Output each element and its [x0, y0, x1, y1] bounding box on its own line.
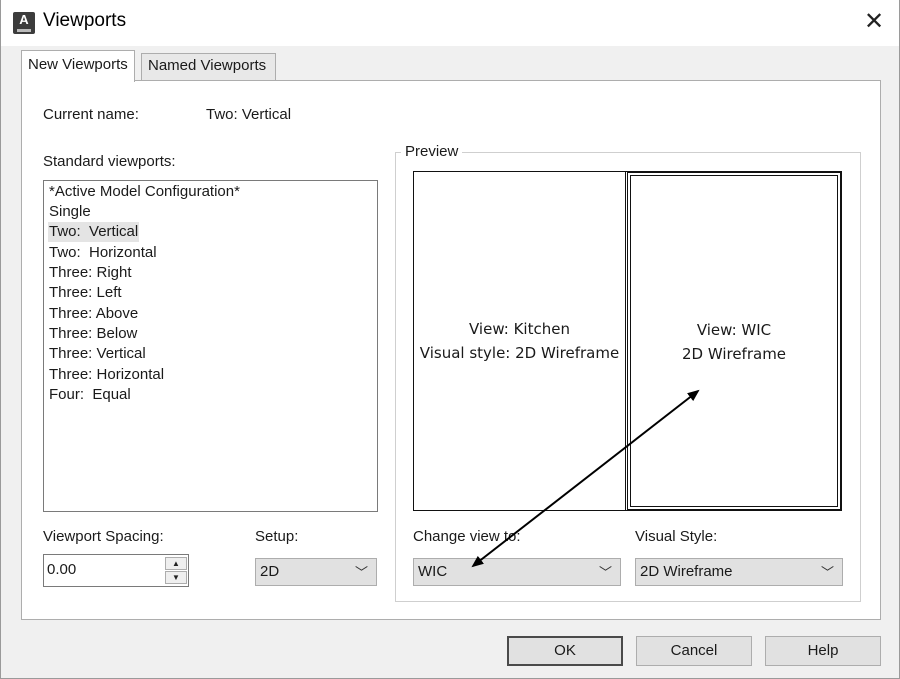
visual-style-label: Visual Style:	[635, 528, 718, 545]
preview-viewport-right-active[interactable]: View: WIC 2D Wireframe	[627, 172, 841, 510]
spin-up-icon[interactable]: ▲	[165, 557, 187, 570]
chevron-down-icon: ﹀	[820, 565, 834, 580]
change-view-dropdown[interactable]: WIC ﹀	[413, 558, 621, 586]
list-item-selected[interactable]: Two: Vertical	[48, 222, 140, 242]
visual-style-value: 2D Wireframe	[640, 563, 733, 580]
autocad-icon: A	[13, 12, 35, 34]
tab-named-viewports[interactable]: Named Viewports	[141, 53, 276, 80]
right-view-style: 2D Wireframe	[681, 345, 787, 363]
change-view-label: Change view to:	[413, 528, 521, 545]
cancel-button[interactable]: Cancel	[636, 636, 752, 666]
list-item[interactable]: Three: Above	[48, 304, 139, 324]
preview-area: View: Kitchen Visual style: 2D Wireframe…	[413, 171, 842, 511]
ok-button[interactable]: OK	[507, 636, 623, 666]
preview-viewport-left[interactable]: View: Kitchen Visual style: 2D Wireframe	[414, 172, 626, 510]
left-view-style: Visual style: 2D Wireframe	[419, 344, 620, 362]
setup-value: 2D	[260, 563, 280, 580]
window-title: Viewports	[43, 10, 127, 31]
tab-panel: Current name: Two: Vertical Standard vie…	[21, 80, 881, 620]
viewport-spacing-value[interactable]: 0.00	[47, 561, 76, 578]
preview-group-title: Preview	[401, 143, 463, 160]
spin-down-icon[interactable]: ▼	[165, 571, 187, 584]
viewports-dialog: A Viewports ✕ New Viewports Named Viewpo…	[0, 0, 900, 679]
list-item[interactable]: Single	[48, 202, 92, 222]
current-name-value: Two: Vertical	[206, 106, 292, 123]
help-button[interactable]: Help	[765, 636, 881, 666]
left-view-name: View: Kitchen	[469, 320, 570, 338]
list-item[interactable]: Three: Below	[48, 324, 138, 344]
close-icon[interactable]: ✕	[857, 6, 891, 40]
viewport-spacing-stepper[interactable]: 0.00 ▲ ▼	[43, 554, 189, 587]
change-view-value: WIC	[418, 563, 448, 580]
chevron-down-icon: ﹀	[598, 565, 612, 580]
setup-dropdown[interactable]: 2D ﹀	[255, 558, 377, 586]
list-item[interactable]: Three: Right	[48, 263, 133, 283]
current-name-label: Current name:	[43, 106, 139, 123]
standard-viewports-list[interactable]: *Active Model Configuration* Single Two:…	[43, 180, 378, 512]
chevron-down-icon: ﹀	[354, 565, 368, 580]
title-bar: A Viewports ✕	[1, 0, 899, 46]
list-item[interactable]: Three: Vertical	[48, 344, 147, 364]
list-item[interactable]: *Active Model Configuration*	[48, 182, 241, 202]
spin-buttons: ▲ ▼	[165, 557, 187, 584]
standard-viewports-label: Standard viewports:	[43, 153, 176, 170]
viewport-spacing-label: Viewport Spacing:	[43, 528, 164, 545]
visual-style-dropdown[interactable]: 2D Wireframe ﹀	[635, 558, 843, 586]
right-view-name: View: WIC	[696, 321, 772, 339]
setup-label: Setup:	[255, 528, 299, 545]
list-item[interactable]: Three: Horizontal	[48, 365, 165, 385]
list-item[interactable]: Two: Horizontal	[48, 243, 158, 263]
tab-new-viewports[interactable]: New Viewports	[21, 50, 135, 82]
list-item[interactable]: Three: Left	[48, 283, 123, 303]
list-item[interactable]: Four: Equal	[48, 385, 132, 405]
